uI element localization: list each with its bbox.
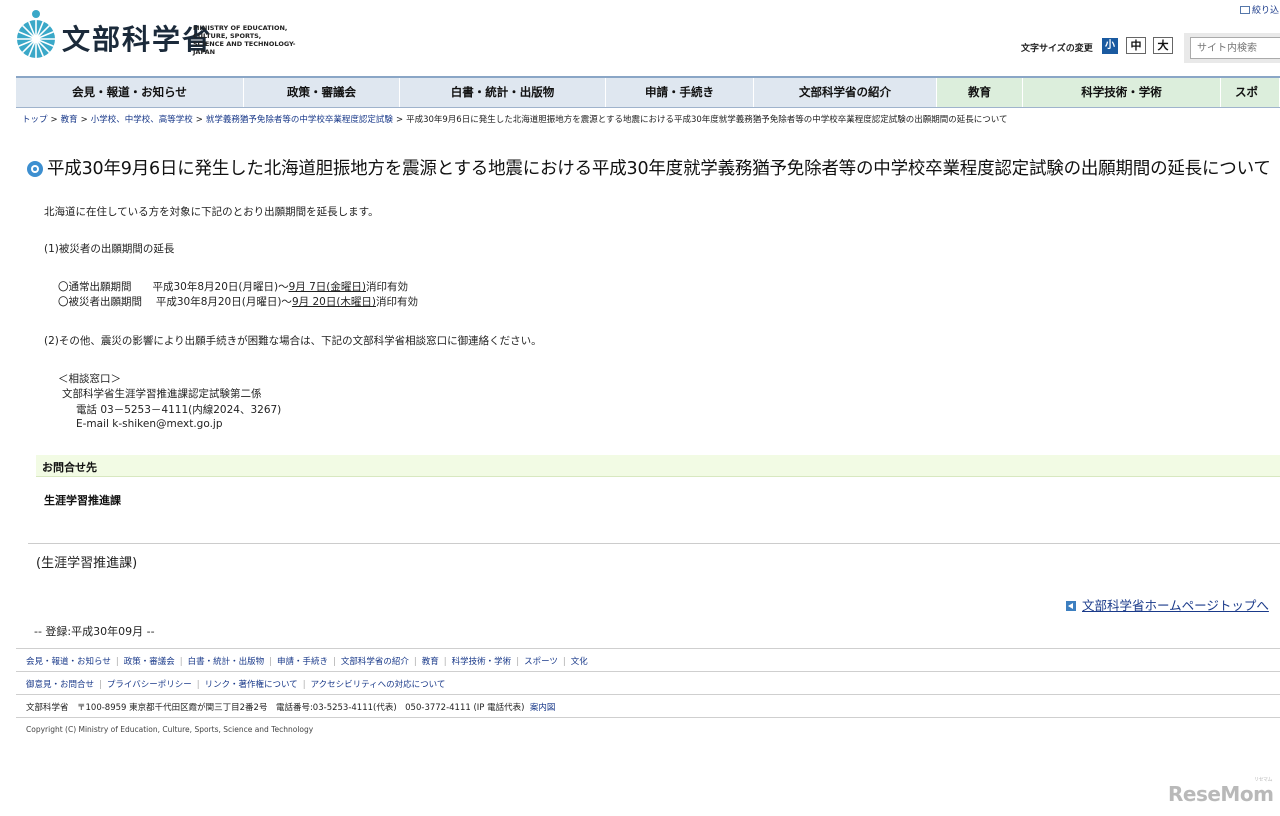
breadcrumb-separator: > bbox=[80, 115, 88, 125]
footer-separator: | bbox=[413, 657, 417, 667]
footer-address: 文部科学省 〒100-8959 東京都千代田区霞が関三丁目2番2号 電話番号:0… bbox=[26, 701, 555, 713]
narrow-search-icon bbox=[1240, 6, 1250, 14]
footer-link[interactable]: 政策・審議会 bbox=[124, 657, 175, 667]
footer-link[interactable]: 教育 bbox=[422, 657, 439, 667]
breadcrumb-current: 平成30年9月6日に発生した北海道胆振地方を震源とする地震における平成30年度就… bbox=[406, 115, 1008, 125]
arrow-left-icon bbox=[1066, 601, 1076, 611]
footer-link[interactable]: 科学技術・学術 bbox=[452, 657, 512, 667]
footer-separator: | bbox=[562, 657, 566, 667]
registered-date: -- 登録:平成30年09月 -- bbox=[34, 625, 155, 638]
watermark-text: ReseMom bbox=[1168, 782, 1274, 806]
breadcrumb-link[interactable]: 就学義務猶予免除者等の中学校卒業程度認定試験 bbox=[206, 115, 393, 125]
mext-logo-icon[interactable] bbox=[16, 9, 56, 59]
nav-item-education[interactable]: 教育 bbox=[937, 78, 1023, 107]
footer-link[interactable]: リンク・著作権について bbox=[205, 680, 298, 690]
breadcrumb-separator: > bbox=[195, 115, 203, 125]
consult-email: E-mail k-shiken@mext.go.jp bbox=[76, 418, 223, 430]
footer-link[interactable]: 文部科学省の紹介 bbox=[341, 657, 409, 667]
fontsize-small-button[interactable]: 小 bbox=[1102, 38, 1118, 54]
section1-heading: (1)被災者の出願期間の延長 bbox=[44, 243, 175, 255]
disaster-period-date: 9月 20日(木曜日) bbox=[291, 296, 377, 308]
footer-separator: | bbox=[333, 657, 336, 667]
footer-nav-links: 会見・報道・お知らせ | 政策・審議会 | 白書・統計・出版物 | 申請・手続き | 文部科学省… bbox=[26, 655, 588, 667]
footer-link[interactable]: 会見・報道・お知らせ bbox=[26, 657, 111, 667]
contact-heading: お問合せ先 bbox=[42, 461, 97, 474]
normal-period: 〇通常出願期間 平成30年8月20日(月曜日)～9月 7日(金曜日)消印有効 bbox=[58, 279, 408, 294]
narrow-search-link[interactable]: 絞り込 bbox=[1240, 3, 1279, 16]
nav-item-whitepaper[interactable]: 白書・統計・出版物 bbox=[400, 78, 606, 107]
global-nav: 会見・報道・お知らせ 政策・審議会 白書・統計・出版物 申請・手続き 文部科学省… bbox=[16, 76, 1280, 108]
normal-period-suffix: 消印有効 bbox=[366, 281, 409, 293]
department-paren: (生涯学習推進課) bbox=[36, 556, 138, 571]
footer-link[interactable]: アクセシビリティへの対応について bbox=[311, 680, 446, 690]
fontsize-label: 文字サイズの変更 bbox=[1021, 44, 1093, 54]
footer-link[interactable]: 白書・統計・出版物 bbox=[188, 657, 265, 667]
contact-heading-bar: お問合せ先 bbox=[36, 455, 1280, 477]
logo-text[interactable]: 文部科学省 bbox=[62, 18, 212, 58]
breadcrumb-link[interactable]: トップ bbox=[22, 115, 48, 125]
footer-link[interactable]: プライバシーポリシー bbox=[107, 680, 192, 690]
footer-link[interactable]: スポーツ bbox=[524, 657, 558, 667]
consult-phone: 電話 03－5253－4111(内線2024、3267) bbox=[76, 404, 282, 416]
normal-period-date: 9月 7日(金曜日) bbox=[288, 281, 367, 293]
nav-item-policy[interactable]: 政策・審議会 bbox=[244, 78, 400, 107]
breadcrumb-separator: > bbox=[50, 115, 58, 125]
breadcrumb-link[interactable]: 小学校、中学校、高等学校 bbox=[91, 115, 193, 125]
nav-item-science[interactable]: 科学技術・学術 bbox=[1023, 78, 1221, 107]
footer-divider bbox=[16, 648, 1280, 649]
page-title: 平成30年9月6日に発生した北海道胆振地方を震源とする地震における平成30年度就… bbox=[47, 159, 1271, 179]
search-box bbox=[1184, 33, 1280, 63]
footer-separator: | bbox=[302, 680, 306, 690]
consult-office: 文部科学省生涯学習推進課認定試験第二係 bbox=[62, 388, 262, 400]
nav-item-press[interactable]: 会見・報道・お知らせ bbox=[16, 78, 244, 107]
nav-item-sports[interactable]: スポ bbox=[1221, 78, 1280, 107]
logo-english-line: CULTURE, SPORTS, bbox=[193, 32, 262, 40]
footer-divider bbox=[16, 671, 1280, 672]
breadcrumb-separator: > bbox=[395, 115, 404, 125]
disaster-period-prefix: 〇被災者出願期間 平成30年8月20日(月曜日)～ bbox=[58, 296, 292, 308]
disaster-period-suffix: 消印有効 bbox=[376, 296, 419, 308]
map-link[interactable]: 案内図 bbox=[530, 703, 556, 713]
narrow-search-label: 絞り込 bbox=[1252, 6, 1280, 16]
logo-english: MINISTRY OF EDUCATION, CULTURE, SPORTS, … bbox=[193, 24, 313, 56]
logo-english-line: SCIENCE AND TECHNOLOGY-JAPAN bbox=[193, 40, 296, 56]
title-bullet-icon bbox=[27, 161, 43, 177]
breadcrumb: トップ > 教育 > 小学校、中学校、高等学校 > 就学義務猶予免除者等の中学校卒業程度認定… bbox=[22, 113, 1280, 125]
copyright: Copyright (C) Ministry of Education, Cul… bbox=[26, 725, 314, 734]
section2-text: (2)その他、震災の影響により出願手続きが困難な場合は、下記の文部科学省相談窓口… bbox=[44, 335, 542, 347]
footer-separator: | bbox=[516, 657, 520, 667]
site-header: 文部科学省 MINISTRY OF EDUCATION, CULTURE, SP… bbox=[0, 0, 1280, 72]
resemom-watermark: ReseMom リセマム bbox=[1168, 777, 1274, 806]
nav-item-about[interactable]: 文部科学省の紹介 bbox=[754, 78, 937, 107]
normal-period-prefix: 〇通常出願期間 平成30年8月20日(月曜日)～ bbox=[58, 281, 289, 293]
footer-separator: | bbox=[269, 657, 272, 667]
footer-separator: | bbox=[115, 657, 119, 667]
disaster-period: 〇被災者出願期間 平成30年8月20日(月曜日)～9月 20日(木曜日)消印有効 bbox=[58, 294, 418, 309]
footer-link[interactable]: 申請・手続き bbox=[277, 657, 328, 667]
site-search-input[interactable] bbox=[1190, 37, 1280, 59]
intro-text: 北海道に在住している方を対象に下記のとおり出願期間を延長します。 bbox=[44, 206, 379, 218]
nav-item-applications[interactable]: 申請・手続き bbox=[606, 78, 754, 107]
footer-separator: | bbox=[443, 657, 447, 667]
fontsize-medium-button[interactable]: 中 bbox=[1126, 37, 1146, 54]
address-text: 文部科学省 〒100-8959 東京都千代田区霞が関三丁目2番2号 電話番号:0… bbox=[26, 703, 525, 713]
footer-separator: | bbox=[196, 680, 200, 690]
footer-link[interactable]: 文化 bbox=[571, 657, 588, 667]
home-top-label: 文部科学省ホームページトップへ bbox=[1082, 598, 1269, 613]
fontsize-large-button[interactable]: 大 bbox=[1153, 37, 1173, 54]
footer-policy-links: 御意見・お問合せ | プライバシーポリシー | リンク・著作権について | アクセシビリティ… bbox=[26, 678, 445, 690]
footer-divider bbox=[16, 694, 1280, 695]
footer-divider bbox=[16, 717, 1280, 718]
watermark-small-text: リセマム bbox=[1254, 777, 1273, 783]
footer-separator: | bbox=[179, 657, 183, 667]
section-divider bbox=[28, 543, 1280, 544]
breadcrumb-link[interactable]: 教育 bbox=[61, 115, 78, 125]
home-top-link[interactable]: 文部科学省ホームページトップへ bbox=[1066, 595, 1269, 614]
contact-department: 生涯学習推進課 bbox=[44, 494, 121, 507]
footer-link[interactable]: 御意見・お問合せ bbox=[26, 680, 94, 690]
footer-separator: | bbox=[99, 680, 102, 690]
logo-english-line: MINISTRY OF EDUCATION, bbox=[193, 24, 288, 32]
consult-heading: ＜相談窓口＞ bbox=[58, 373, 121, 385]
